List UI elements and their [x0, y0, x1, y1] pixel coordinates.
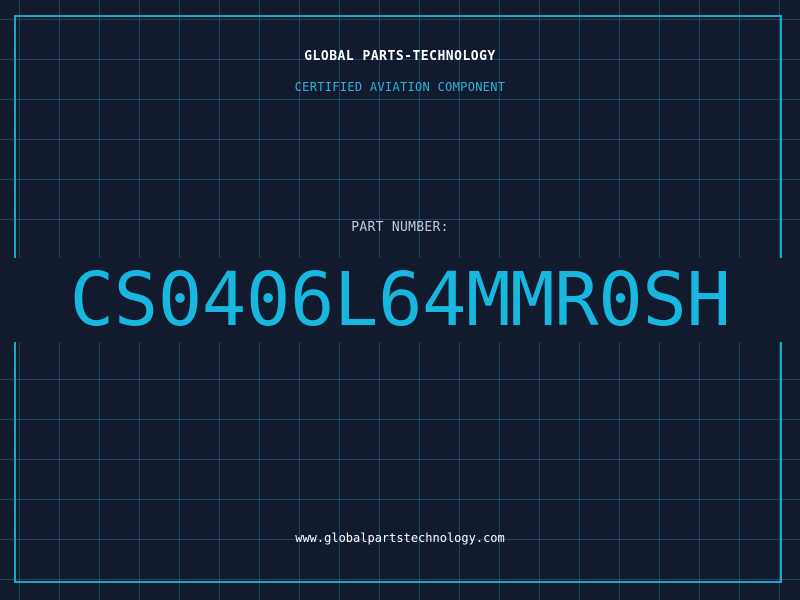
company-name: GLOBAL PARTS-TECHNOLOGY: [304, 49, 496, 64]
part-number-label: PART NUMBER:: [351, 220, 449, 235]
website-url: www.globalpartstechnology.com: [295, 531, 505, 545]
certification-tagline: CERTIFIED AVIATION COMPONENT: [294, 80, 506, 94]
part-number-value: CS0406L64MMR0SH: [0, 258, 800, 342]
part-card: GLOBAL PARTS-TECHNOLOGY CERTIFIED AVIATI…: [0, 0, 800, 600]
